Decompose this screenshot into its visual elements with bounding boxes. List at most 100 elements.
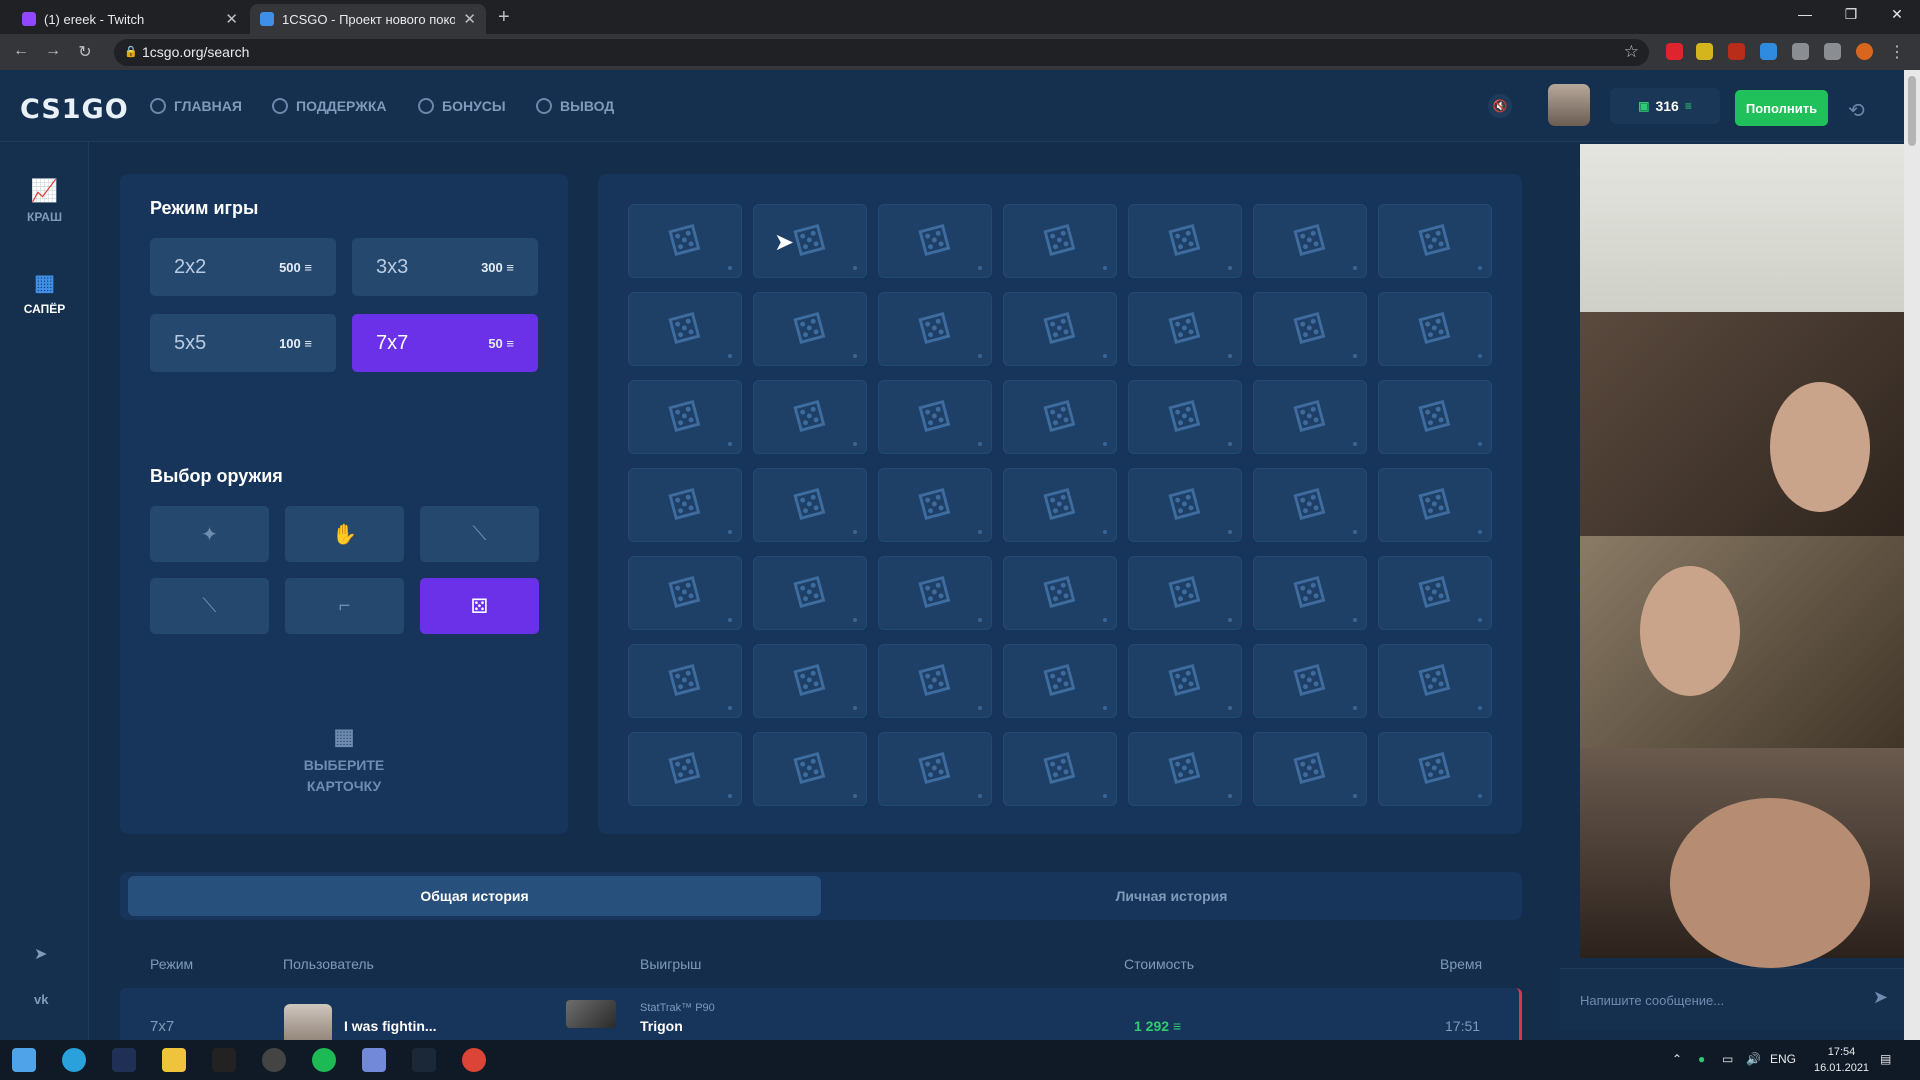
- windows-start-icon[interactable]: [12, 1048, 36, 1072]
- weapon-karambit-button[interactable]: ✦: [150, 506, 269, 562]
- game-cell[interactable]: ⚄: [1128, 204, 1242, 278]
- send-icon[interactable]: ➤: [1873, 987, 1888, 1008]
- telegram-icon[interactable]: [62, 1048, 86, 1072]
- steam-icon[interactable]: [412, 1048, 436, 1072]
- game-cell[interactable]: ⚄: [628, 292, 742, 366]
- chat-input[interactable]: Напишите сообщение... ➤: [1560, 968, 1904, 1030]
- tab-personal-history[interactable]: Личная история: [829, 876, 1514, 916]
- nav-support[interactable]: ПОДДЕРЖКА: [272, 98, 387, 114]
- language-indicator[interactable]: ENG: [1770, 1052, 1796, 1066]
- game-cell[interactable]: ⚄: [878, 292, 992, 366]
- spotify-icon[interactable]: [312, 1048, 336, 1072]
- game-cell[interactable]: ⚄: [753, 380, 867, 454]
- scrollbar-thumb[interactable]: [1908, 76, 1916, 146]
- weapon-flip-knife-button[interactable]: ⟍: [150, 578, 269, 634]
- chrome-icon[interactable]: [462, 1048, 486, 1072]
- bookmark-star-icon[interactable]: ☆: [1624, 42, 1639, 62]
- page-scrollbar[interactable]: [1904, 70, 1920, 1040]
- telegram-icon[interactable]: ➤: [34, 944, 47, 964]
- nav-withdraw[interactable]: ВЫВОД: [536, 98, 614, 114]
- mode-5x5-button[interactable]: 5x5 100 ≡: [150, 314, 336, 372]
- game-cell[interactable]: ⚄: [1128, 732, 1242, 806]
- game-cell[interactable]: ⚄: [753, 644, 867, 718]
- browser-tab-1csgo[interactable]: 1CSGO - Проект нового поколе ✕: [250, 4, 486, 34]
- site-logo[interactable]: CS1GO: [20, 94, 129, 125]
- game-cell[interactable]: ⚄: [1253, 732, 1367, 806]
- game-cell[interactable]: ⚄: [878, 644, 992, 718]
- game-cell[interactable]: ⚄: [1253, 556, 1367, 630]
- game-cell[interactable]: ⚄: [1378, 204, 1492, 278]
- reload-icon[interactable]: ↻: [74, 42, 96, 62]
- weapon-bayonet-button[interactable]: ⟍: [420, 506, 539, 562]
- game-cell[interactable]: ⚄: [1378, 732, 1492, 806]
- game-cell[interactable]: ⚄: [628, 204, 742, 278]
- game-cell[interactable]: ⚄: [1378, 292, 1492, 366]
- tray-chevron-icon[interactable]: ⌃: [1672, 1052, 1682, 1066]
- tray-app-icon[interactable]: ●: [1698, 1052, 1705, 1066]
- game-cell[interactable]: ⚄: [1128, 556, 1242, 630]
- game-cell[interactable]: ⚄: [1003, 204, 1117, 278]
- balance-display[interactable]: ▣ 316 ≡: [1610, 88, 1720, 124]
- vk-icon[interactable]: vk: [34, 992, 48, 1007]
- game-cell[interactable]: ⚄: [1128, 644, 1242, 718]
- mode-3x3-button[interactable]: 3x3 300 ≡: [352, 238, 538, 296]
- avatar[interactable]: [1548, 84, 1590, 126]
- file-explorer-icon[interactable]: [162, 1048, 186, 1072]
- game-cell[interactable]: ⚄: [753, 556, 867, 630]
- extension-icon[interactable]: [1760, 43, 1777, 60]
- game-cell[interactable]: ⚄: [753, 292, 867, 366]
- new-tab-icon[interactable]: +: [498, 6, 510, 29]
- nav-home[interactable]: ГЛАВНАЯ: [150, 98, 242, 114]
- system-clock[interactable]: 17:54 16.01.2021: [1814, 1044, 1869, 1076]
- game-cell[interactable]: ⚄: [1253, 292, 1367, 366]
- photoshop-icon[interactable]: [112, 1048, 136, 1072]
- profile-icon[interactable]: [1856, 43, 1873, 60]
- mode-7x7-button[interactable]: 7x7 50 ≡: [352, 314, 538, 372]
- game-cell[interactable]: ⚄: [1378, 468, 1492, 542]
- close-tab-icon[interactable]: ✕: [225, 10, 238, 28]
- sidebar-item-minesweeper[interactable]: ▦ САПЁР: [0, 270, 89, 316]
- minimize-icon[interactable]: —: [1790, 6, 1820, 22]
- reading-list-icon[interactable]: [1824, 43, 1841, 60]
- discord-icon[interactable]: [362, 1048, 386, 1072]
- mode-2x2-button[interactable]: 2x2 500 ≡: [150, 238, 336, 296]
- weapon-dice-button[interactable]: ⚄: [420, 578, 539, 634]
- game-cell[interactable]: ⚄: [1003, 292, 1117, 366]
- sidebar-item-crash[interactable]: 📈 КРАШ: [0, 178, 89, 224]
- game-cell[interactable]: ⚄: [1003, 468, 1117, 542]
- forward-icon[interactable]: →: [42, 42, 64, 60]
- weapon-knife-button[interactable]: ✋: [285, 506, 404, 562]
- game-cell[interactable]: ⚄: [1253, 380, 1367, 454]
- game-cell[interactable]: ⚄: [753, 204, 867, 278]
- weapon-pistol-button[interactable]: ⌐: [285, 578, 404, 634]
- game-cell[interactable]: ⚄: [628, 380, 742, 454]
- game-cell[interactable]: ⚄: [753, 468, 867, 542]
- game-cell[interactable]: ⚄: [1128, 468, 1242, 542]
- game-cell[interactable]: ⚄: [1003, 556, 1117, 630]
- game-cell[interactable]: ⚄: [878, 556, 992, 630]
- game-cell[interactable]: ⚄: [1378, 556, 1492, 630]
- game-cell[interactable]: ⚄: [628, 644, 742, 718]
- game-cell[interactable]: ⚄: [1003, 732, 1117, 806]
- game-cell[interactable]: ⚄: [753, 732, 867, 806]
- game-cell[interactable]: ⚄: [628, 556, 742, 630]
- notifications-icon[interactable]: ▤: [1880, 1052, 1891, 1066]
- game-cell[interactable]: ⚄: [1003, 644, 1117, 718]
- game-cell[interactable]: ⚄: [878, 468, 992, 542]
- game-cell[interactable]: ⚄: [1378, 380, 1492, 454]
- game-cell[interactable]: ⚄: [628, 732, 742, 806]
- extensions-puzzle-icon[interactable]: [1792, 43, 1809, 60]
- close-tab-icon[interactable]: ✕: [463, 10, 476, 28]
- close-window-icon[interactable]: ✕: [1882, 6, 1912, 23]
- deposit-button[interactable]: Пополнить: [1735, 90, 1828, 126]
- browser-tab-twitch[interactable]: (1) ereek - Twitch ✕: [12, 4, 248, 34]
- menu-icon[interactable]: ⋮: [1886, 42, 1908, 62]
- restore-icon[interactable]: ❐: [1836, 6, 1866, 23]
- game-cell[interactable]: ⚄: [878, 204, 992, 278]
- game-cell[interactable]: ⚄: [1253, 644, 1367, 718]
- table-row[interactable]: 7x7 I was fightin... StatTrak™ P90 Trigo…: [120, 988, 1522, 1046]
- game-cell[interactable]: ⚄: [1128, 292, 1242, 366]
- obs-icon[interactable]: [262, 1048, 286, 1072]
- game-cell[interactable]: ⚄: [878, 732, 992, 806]
- app-icon[interactable]: [212, 1048, 236, 1072]
